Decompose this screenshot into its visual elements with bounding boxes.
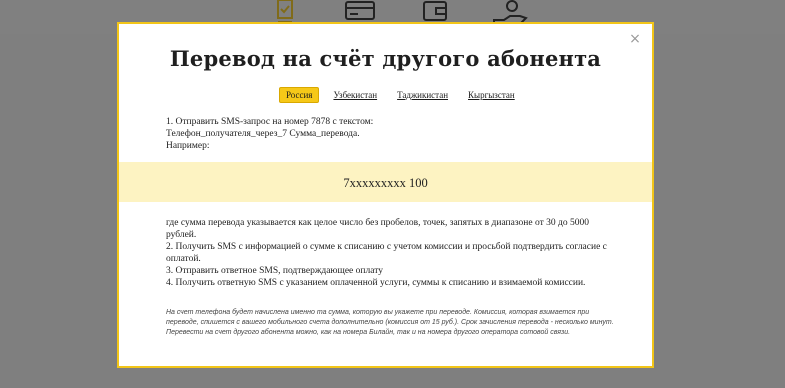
commission-note: На счет телефона будет начислена именно … (166, 309, 614, 336)
instructions-intro: 1. Отправить SMS-запрос на номер 7878 с … (166, 116, 373, 152)
step-2: 2. Получить SMS с информацией о сумме к … (166, 242, 607, 264)
example-sms: 7xxxxxxxxx 100 (343, 176, 428, 190)
step-3: 3. Отправить ответное SMS, подтверждающе… (166, 266, 383, 276)
example-block: 7xxxxxxxxx 100 (119, 162, 652, 202)
intro-step-1: 1. Отправить SMS-запрос на номер 7878 с … (166, 117, 374, 127)
step-amount-rule: где сумма перевода указывается как целое… (166, 218, 589, 240)
tab-uzbekistan[interactable]: Узбекистан (333, 90, 377, 100)
intro-example-label: Например: (166, 141, 210, 151)
close-icon[interactable]: × (628, 32, 642, 46)
tab-tajikistan[interactable]: Таджикистан (397, 90, 448, 100)
intro-format: Телефон_получателя_через_7 Сумма_перевод… (166, 129, 360, 139)
transfer-modal: × Перевод на счёт другого абонента Росси… (117, 22, 654, 368)
modal-title: Перевод на счёт другого абонента (169, 46, 602, 71)
country-tabs: Россия Узбекистан Таджикистан Кыргызстан (279, 87, 535, 103)
instructions-steps: где сумма перевода указывается как целое… (166, 217, 616, 289)
tab-russia[interactable]: Россия (279, 87, 320, 103)
tab-kyrgyzstan[interactable]: Кыргызстан (468, 90, 515, 100)
step-4: 4. Получить ответную SMS с указанием опл… (166, 278, 586, 288)
